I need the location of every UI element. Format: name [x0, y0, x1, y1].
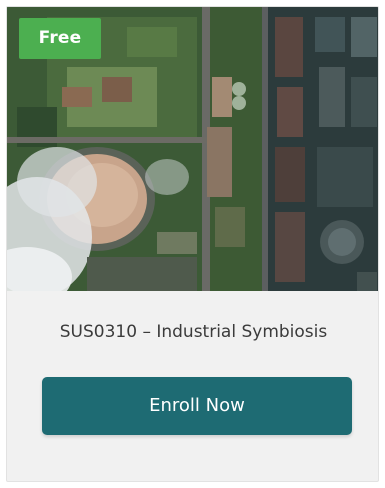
- course-thumbnail-image[interactable]: Free: [7, 7, 378, 291]
- course-title[interactable]: SUS0310 – Industrial Symbiosis: [7, 322, 378, 342]
- course-card[interactable]: Free SUS0310 – Industrial Symbiosis Enro…: [6, 6, 379, 482]
- free-badge: Free: [19, 18, 101, 59]
- enroll-now-button[interactable]: Enroll Now: [42, 377, 352, 435]
